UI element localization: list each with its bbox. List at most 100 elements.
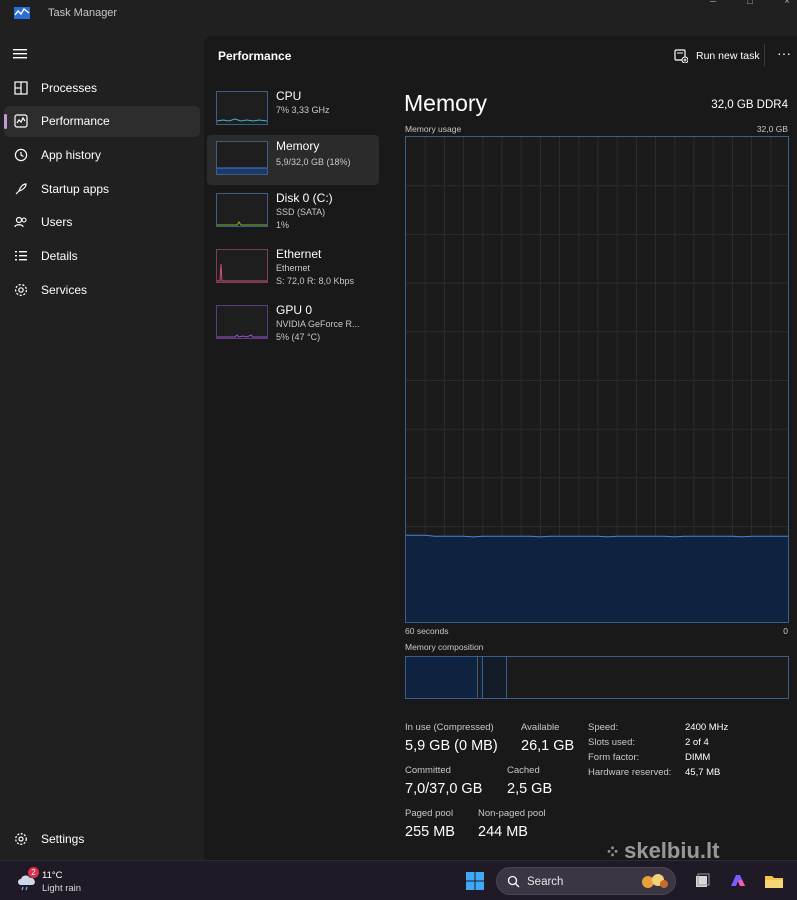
ethernet-thumbnail-graph	[216, 249, 268, 283]
cached-value: 2,5 GB	[507, 781, 553, 797]
composition-modified	[480, 657, 483, 698]
resource-name: GPU 0	[276, 303, 313, 317]
cpu-thumbnail-graph	[216, 91, 268, 125]
resource-gpu[interactable]: GPU 0 NVIDIA GeForce R... 5% (47 °C)	[207, 299, 379, 349]
resource-detail: 7% 3,33 GHz	[276, 105, 330, 115]
hardware-reserved-value: 45,7 MB	[685, 767, 721, 778]
resource-ethernet[interactable]: Ethernet Ethernet S: 72,0 R: 8,0 Kbps	[207, 243, 379, 293]
sidebar-item-settings[interactable]: Settings	[4, 824, 200, 855]
gpu-sparkline	[217, 334, 267, 338]
paged-pool-value: 255 MB	[405, 824, 455, 840]
sidebar-nav: Processes Performance App history Startu…	[0, 30, 204, 860]
memory-usage-chart	[406, 137, 788, 622]
non-paged-pool-value: 244 MB	[478, 824, 528, 840]
time-axis-start: 60 seconds	[405, 626, 449, 636]
ethernet-sparkline	[217, 263, 267, 282]
disk-sparkline	[217, 221, 267, 226]
sidebar-item-startup-apps[interactable]: Startup apps	[4, 174, 200, 205]
sidebar-item-label: Users	[41, 215, 73, 229]
window-title: Task Manager	[48, 7, 118, 19]
resource-memory[interactable]: Memory 5,9/32,0 GB (18%)	[207, 135, 379, 185]
form-factor-label: Form factor:	[588, 752, 640, 763]
memory-spec: 32,0 GB DDR4	[711, 99, 788, 111]
app-history-icon	[14, 148, 28, 162]
gpu-thumbnail-graph	[216, 305, 268, 339]
search-icon	[507, 875, 520, 888]
memory-usage-graph	[405, 136, 789, 623]
cpu-sparkline	[216, 118, 268, 122]
available-value: 26,1 GB	[521, 738, 575, 754]
more-options-button[interactable]: ···	[774, 44, 794, 64]
sidebar-item-label: Settings	[41, 832, 85, 846]
resource-name: Ethernet	[276, 247, 322, 261]
task-view-icon[interactable]	[692, 871, 712, 891]
sidebar-item-label: App history	[41, 148, 102, 162]
resource-detail: NVIDIA GeForce R...	[276, 319, 360, 329]
taskbar: 2 11°C Light rain Search	[0, 860, 797, 900]
active-indicator	[4, 114, 7, 129]
search-highlight-icon	[642, 874, 668, 888]
resource-name: Memory	[276, 139, 320, 153]
startup-apps-icon	[15, 183, 27, 195]
sidebar-item-details[interactable]: Details	[4, 241, 200, 272]
windows-start-icon[interactable]	[465, 871, 485, 891]
close-button[interactable]: ×	[764, 0, 797, 8]
performance-icon	[14, 114, 28, 128]
title-bar: Task Manager – □ ×	[0, 0, 797, 30]
composition-label: Memory composition	[405, 642, 484, 652]
copilot-icon[interactable]	[728, 871, 748, 891]
file-explorer-icon[interactable]	[764, 871, 784, 891]
run-new-task-button[interactable]: Run new task	[674, 47, 760, 65]
sidebar-item-performance[interactable]: Performance	[4, 106, 200, 137]
hardware-reserved-label: Hardware reserved:	[588, 767, 672, 778]
resource-detail: Ethernet	[276, 263, 311, 273]
in-use-value: 5,9 GB (0 MB)	[405, 738, 498, 754]
sidebar-item-label: Details	[41, 249, 78, 263]
resource-disk[interactable]: Disk 0 (C:) SSD (SATA) 1%	[207, 187, 379, 237]
paged-pool-label: Paged pool	[405, 808, 454, 819]
slots-used-label: Slots used:	[588, 737, 635, 748]
notification-badge: 2	[28, 867, 39, 878]
sidebar-item-services[interactable]: Services	[4, 275, 200, 306]
run-new-task-label: Run new task	[696, 50, 760, 62]
task-manager-app-icon	[14, 7, 30, 19]
form-factor-value: DIMM	[685, 752, 711, 763]
watermark-dots-icon: ⁘	[605, 842, 621, 862]
users-icon	[14, 216, 27, 228]
weather-description: Light rain	[42, 883, 82, 894]
speed-label: Speed:	[588, 722, 619, 733]
sidebar-item-processes[interactable]: Processes	[4, 73, 200, 104]
sidebar-item-label: Services	[41, 283, 88, 297]
weather-temperature: 11°C	[42, 870, 63, 881]
hamburger-menu-icon[interactable]	[13, 47, 29, 61]
run-new-task-icon	[674, 49, 688, 63]
time-axis-end: 0	[783, 626, 788, 636]
resource-name: CPU	[276, 89, 302, 103]
resource-cpu[interactable]: CPU 7% 3,33 GHz	[207, 85, 379, 135]
composition-standby	[484, 657, 507, 698]
sidebar-item-label: Processes	[41, 81, 98, 95]
speed-value: 2400 MHz	[685, 722, 729, 733]
resource-detail: SSD (SATA)	[276, 207, 326, 217]
gear-icon	[15, 833, 27, 845]
resource-detail-2: 5% (47 °C)	[276, 332, 321, 342]
usage-graph-max: 32,0 GB	[756, 124, 788, 134]
sidebar-item-app-history[interactable]: App history	[4, 140, 200, 171]
sidebar-item-users[interactable]: Users	[4, 207, 200, 238]
details-icon	[15, 251, 27, 261]
usage-graph-label: Memory usage	[405, 124, 462, 134]
disk-thumbnail-graph	[216, 193, 268, 227]
non-paged-pool-label: Non-paged pool	[478, 808, 546, 819]
page-title: Performance	[218, 49, 292, 63]
search-placeholder: Search	[527, 876, 564, 888]
toolbar-divider	[764, 44, 765, 66]
resource-detail: 5,9/32,0 GB (18%)	[276, 157, 351, 167]
cached-label: Cached	[507, 765, 540, 776]
detail-title: Memory	[404, 90, 488, 116]
resource-detail-2: S: 72,0 R: 8,0 Kbps	[276, 276, 355, 286]
taskbar-search[interactable]: Search	[496, 867, 676, 895]
slots-used-value: 2 of 4	[685, 737, 709, 748]
memory-thumbnail-graph	[216, 141, 268, 175]
committed-value: 7,0/37,0 GB	[405, 781, 483, 797]
available-label: Available	[521, 722, 560, 733]
